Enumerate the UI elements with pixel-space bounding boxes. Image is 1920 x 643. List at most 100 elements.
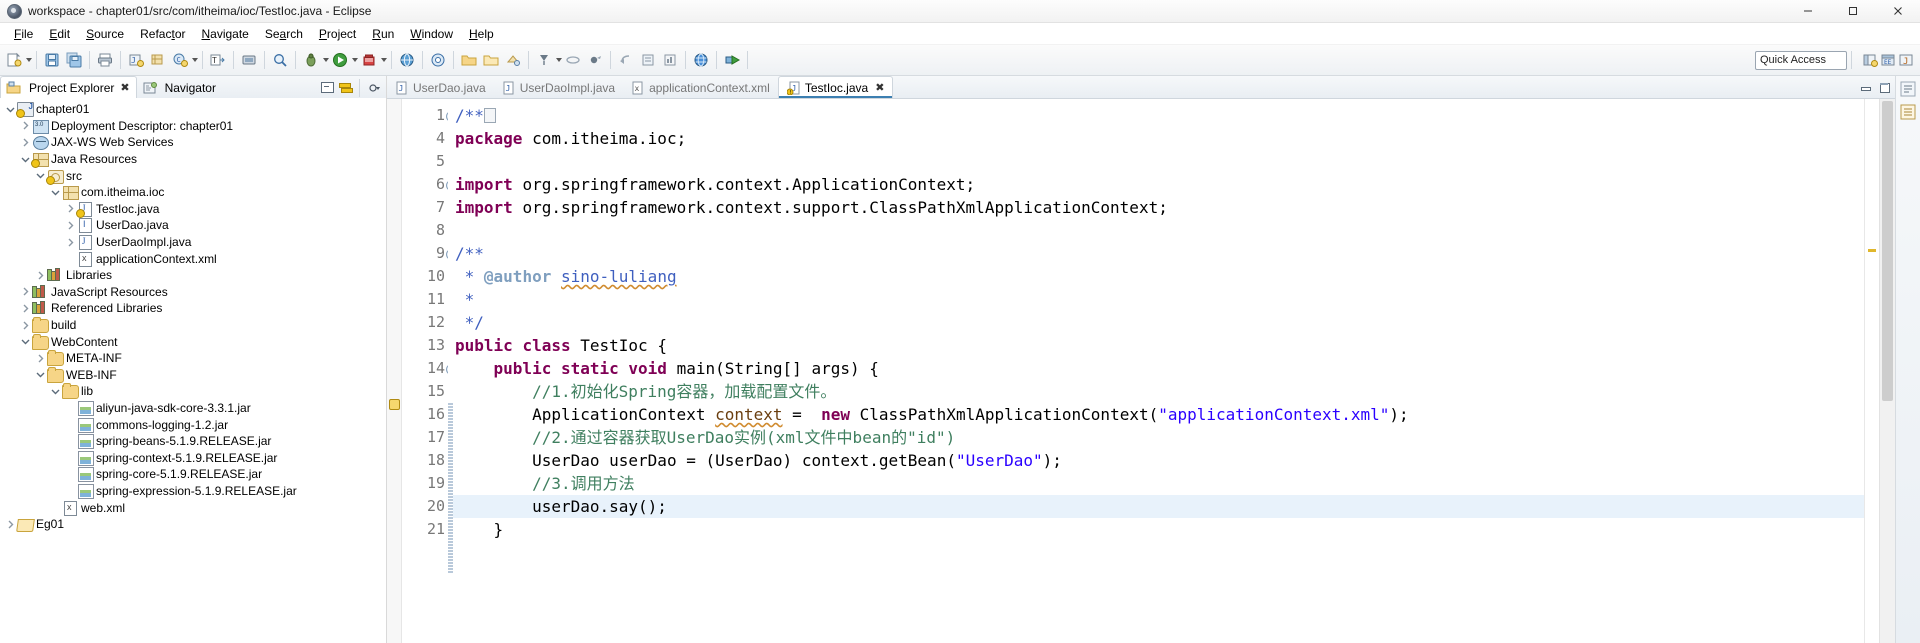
editor-tab-testioc[interactable]: J! TestIoc.java ✖ [777, 76, 894, 98]
code-line[interactable]: userDao.say(); [453, 495, 1864, 518]
menu-run[interactable]: Run [364, 25, 402, 43]
code-content[interactable]: /** package com.itheima.ioc; import org.sp… [453, 99, 1864, 643]
folded-region-icon[interactable] [483, 108, 496, 123]
chevron-right-icon[interactable] [4, 518, 17, 531]
editor-vertical-scrollbar[interactable] [1879, 99, 1895, 643]
save-all-icon[interactable] [63, 49, 85, 71]
new-class-icon[interactable]: C [169, 49, 191, 71]
quick-access-input[interactable]: Quick Access [1755, 50, 1847, 70]
tree-item[interactable]: Eg01 [0, 516, 386, 533]
editor-tab-userdao[interactable]: J UserDao.java [387, 77, 494, 98]
tree-item[interactable]: JAX-WS Web Services [0, 134, 386, 151]
new-wizard-dropdown-icon[interactable] [26, 58, 32, 62]
open-folder-icon[interactable] [458, 49, 480, 71]
menu-search[interactable]: Search [257, 25, 311, 43]
tree-item[interactable]: chapter01 [0, 101, 386, 119]
chevron-right-icon[interactable] [34, 269, 47, 282]
forward-icon[interactable] [637, 49, 659, 71]
tree-item[interactable]: META-INF [0, 350, 386, 367]
code-line[interactable]: //3.调用方法 [453, 472, 1864, 495]
code-line[interactable]: /** [453, 242, 1864, 265]
open-perspective-button-icon[interactable] [1862, 49, 1878, 71]
chevron-right-icon[interactable] [64, 219, 77, 232]
annotation-ruler[interactable] [387, 99, 402, 643]
back-icon[interactable] [615, 49, 637, 71]
tree-item[interactable]: TestIoc.java [0, 201, 386, 218]
tree-item[interactable]: aliyun-java-sdk-core-3.3.1.jar [0, 400, 386, 417]
code-line[interactable]: import org.springframework.context.suppo… [453, 196, 1864, 219]
tree-item[interactable]: spring-context-5.1.9.RELEASE.jar [0, 449, 386, 466]
chevron-down-icon[interactable] [49, 385, 62, 398]
task-list-icon[interactable] [1899, 103, 1917, 121]
close-button[interactable] [1875, 0, 1920, 22]
globe-icon[interactable] [690, 49, 712, 71]
code-line[interactable]: /** [453, 104, 1864, 127]
overview-ruler[interactable] [1864, 99, 1879, 643]
code-line[interactable] [453, 219, 1864, 242]
chart-icon[interactable] [659, 49, 681, 71]
editor-tab-userdaoimpl[interactable]: J UserDaoImpl.java [494, 77, 623, 98]
chevron-down-icon[interactable] [34, 368, 47, 381]
menu-edit[interactable]: Edit [41, 25, 78, 43]
overview-warning-marker-icon[interactable] [1868, 249, 1876, 252]
code-line[interactable]: UserDao userDao = (UserDao) context.getB… [453, 449, 1864, 472]
deploy-icon[interactable] [721, 49, 743, 71]
print-icon[interactable] [94, 49, 116, 71]
code-line[interactable]: //1.初始化Spring容器，加载配置文件。 [453, 380, 1864, 403]
new-package-icon[interactable] [147, 49, 169, 71]
menu-window[interactable]: Window [402, 25, 461, 43]
new-server-icon[interactable] [396, 49, 418, 71]
chevron-down-icon[interactable] [49, 186, 62, 199]
view-menu-icon[interactable] [366, 80, 382, 96]
chevron-right-icon[interactable] [19, 285, 32, 298]
tree-item[interactable]: build [0, 317, 386, 334]
code-line[interactable]: public class TestIoc { [453, 334, 1864, 357]
tree-item[interactable]: Deployment Descriptor: chapter01 [0, 118, 386, 135]
search-icon[interactable] [269, 49, 291, 71]
project-tree[interactable]: chapter01Deployment Descriptor: chapter0… [0, 98, 386, 643]
outline-view-icon[interactable] [1899, 80, 1917, 98]
run-icon[interactable] [329, 49, 351, 71]
next-annotation-icon[interactable] [533, 49, 555, 71]
tree-item[interactable]: spring-expression-5.1.9.RELEASE.jar [0, 483, 386, 500]
tree-item[interactable]: lib [0, 383, 386, 400]
menu-project[interactable]: Project [311, 25, 364, 43]
tree-item[interactable]: src [0, 167, 386, 185]
chevron-right-icon[interactable] [64, 236, 77, 249]
tree-item[interactable]: Java Resources [0, 151, 386, 169]
code-line[interactable] [453, 150, 1864, 173]
minimize-button[interactable] [1785, 0, 1830, 22]
minimize-icon[interactable] [1857, 80, 1873, 96]
code-line[interactable]: package com.itheima.ioc; [453, 127, 1864, 150]
code-line[interactable]: import org.springframework.context.Appli… [453, 173, 1864, 196]
tree-item[interactable]: spring-core-5.1.9.RELEASE.jar [0, 466, 386, 483]
chevron-right-icon[interactable] [34, 352, 47, 365]
new-class-dropdown-icon[interactable] [192, 58, 198, 62]
menu-file[interactable]: File [6, 25, 41, 43]
code-line[interactable]: ApplicationContext context = new ClassPa… [453, 403, 1864, 426]
close-icon[interactable]: ✖ [875, 81, 884, 94]
new-ejb-icon[interactable] [427, 49, 449, 71]
collapse-all-icon[interactable] [319, 80, 335, 96]
editor-tab-applicationcontext[interactable]: x applicationContext.xml [623, 77, 778, 98]
run-external-tools-icon[interactable] [358, 49, 380, 71]
tree-item[interactable]: UserDao.java [0, 217, 386, 234]
maximize-button[interactable] [1830, 0, 1875, 22]
debug-icon[interactable] [300, 49, 322, 71]
menu-refactor[interactable]: Refactor [132, 25, 193, 43]
tree-item[interactable]: JavaScript Resources [0, 284, 386, 301]
maximize-icon[interactable] [1876, 80, 1892, 96]
tree-item[interactable]: Referenced Libraries [0, 300, 386, 317]
tree-item[interactable]: web.xml [0, 499, 386, 516]
java-perspective-icon[interactable]: J [1898, 49, 1914, 71]
code-line[interactable]: public static void main(String[] args) { [453, 357, 1864, 380]
tree-item[interactable]: com.itheima.ioc [0, 184, 386, 201]
save-icon[interactable] [41, 49, 63, 71]
scrollbar-thumb[interactable] [1882, 101, 1893, 401]
java-ee-perspective-icon[interactable]: EE [1880, 49, 1896, 71]
tab-project-explorer[interactable]: Project Explorer ✖ [0, 76, 137, 98]
menu-navigate[interactable]: Navigate [193, 25, 256, 43]
new-web-service-icon[interactable] [502, 49, 524, 71]
tree-item[interactable]: commons-logging-1.2.jar [0, 416, 386, 433]
open-type-icon[interactable]: T [207, 49, 229, 71]
